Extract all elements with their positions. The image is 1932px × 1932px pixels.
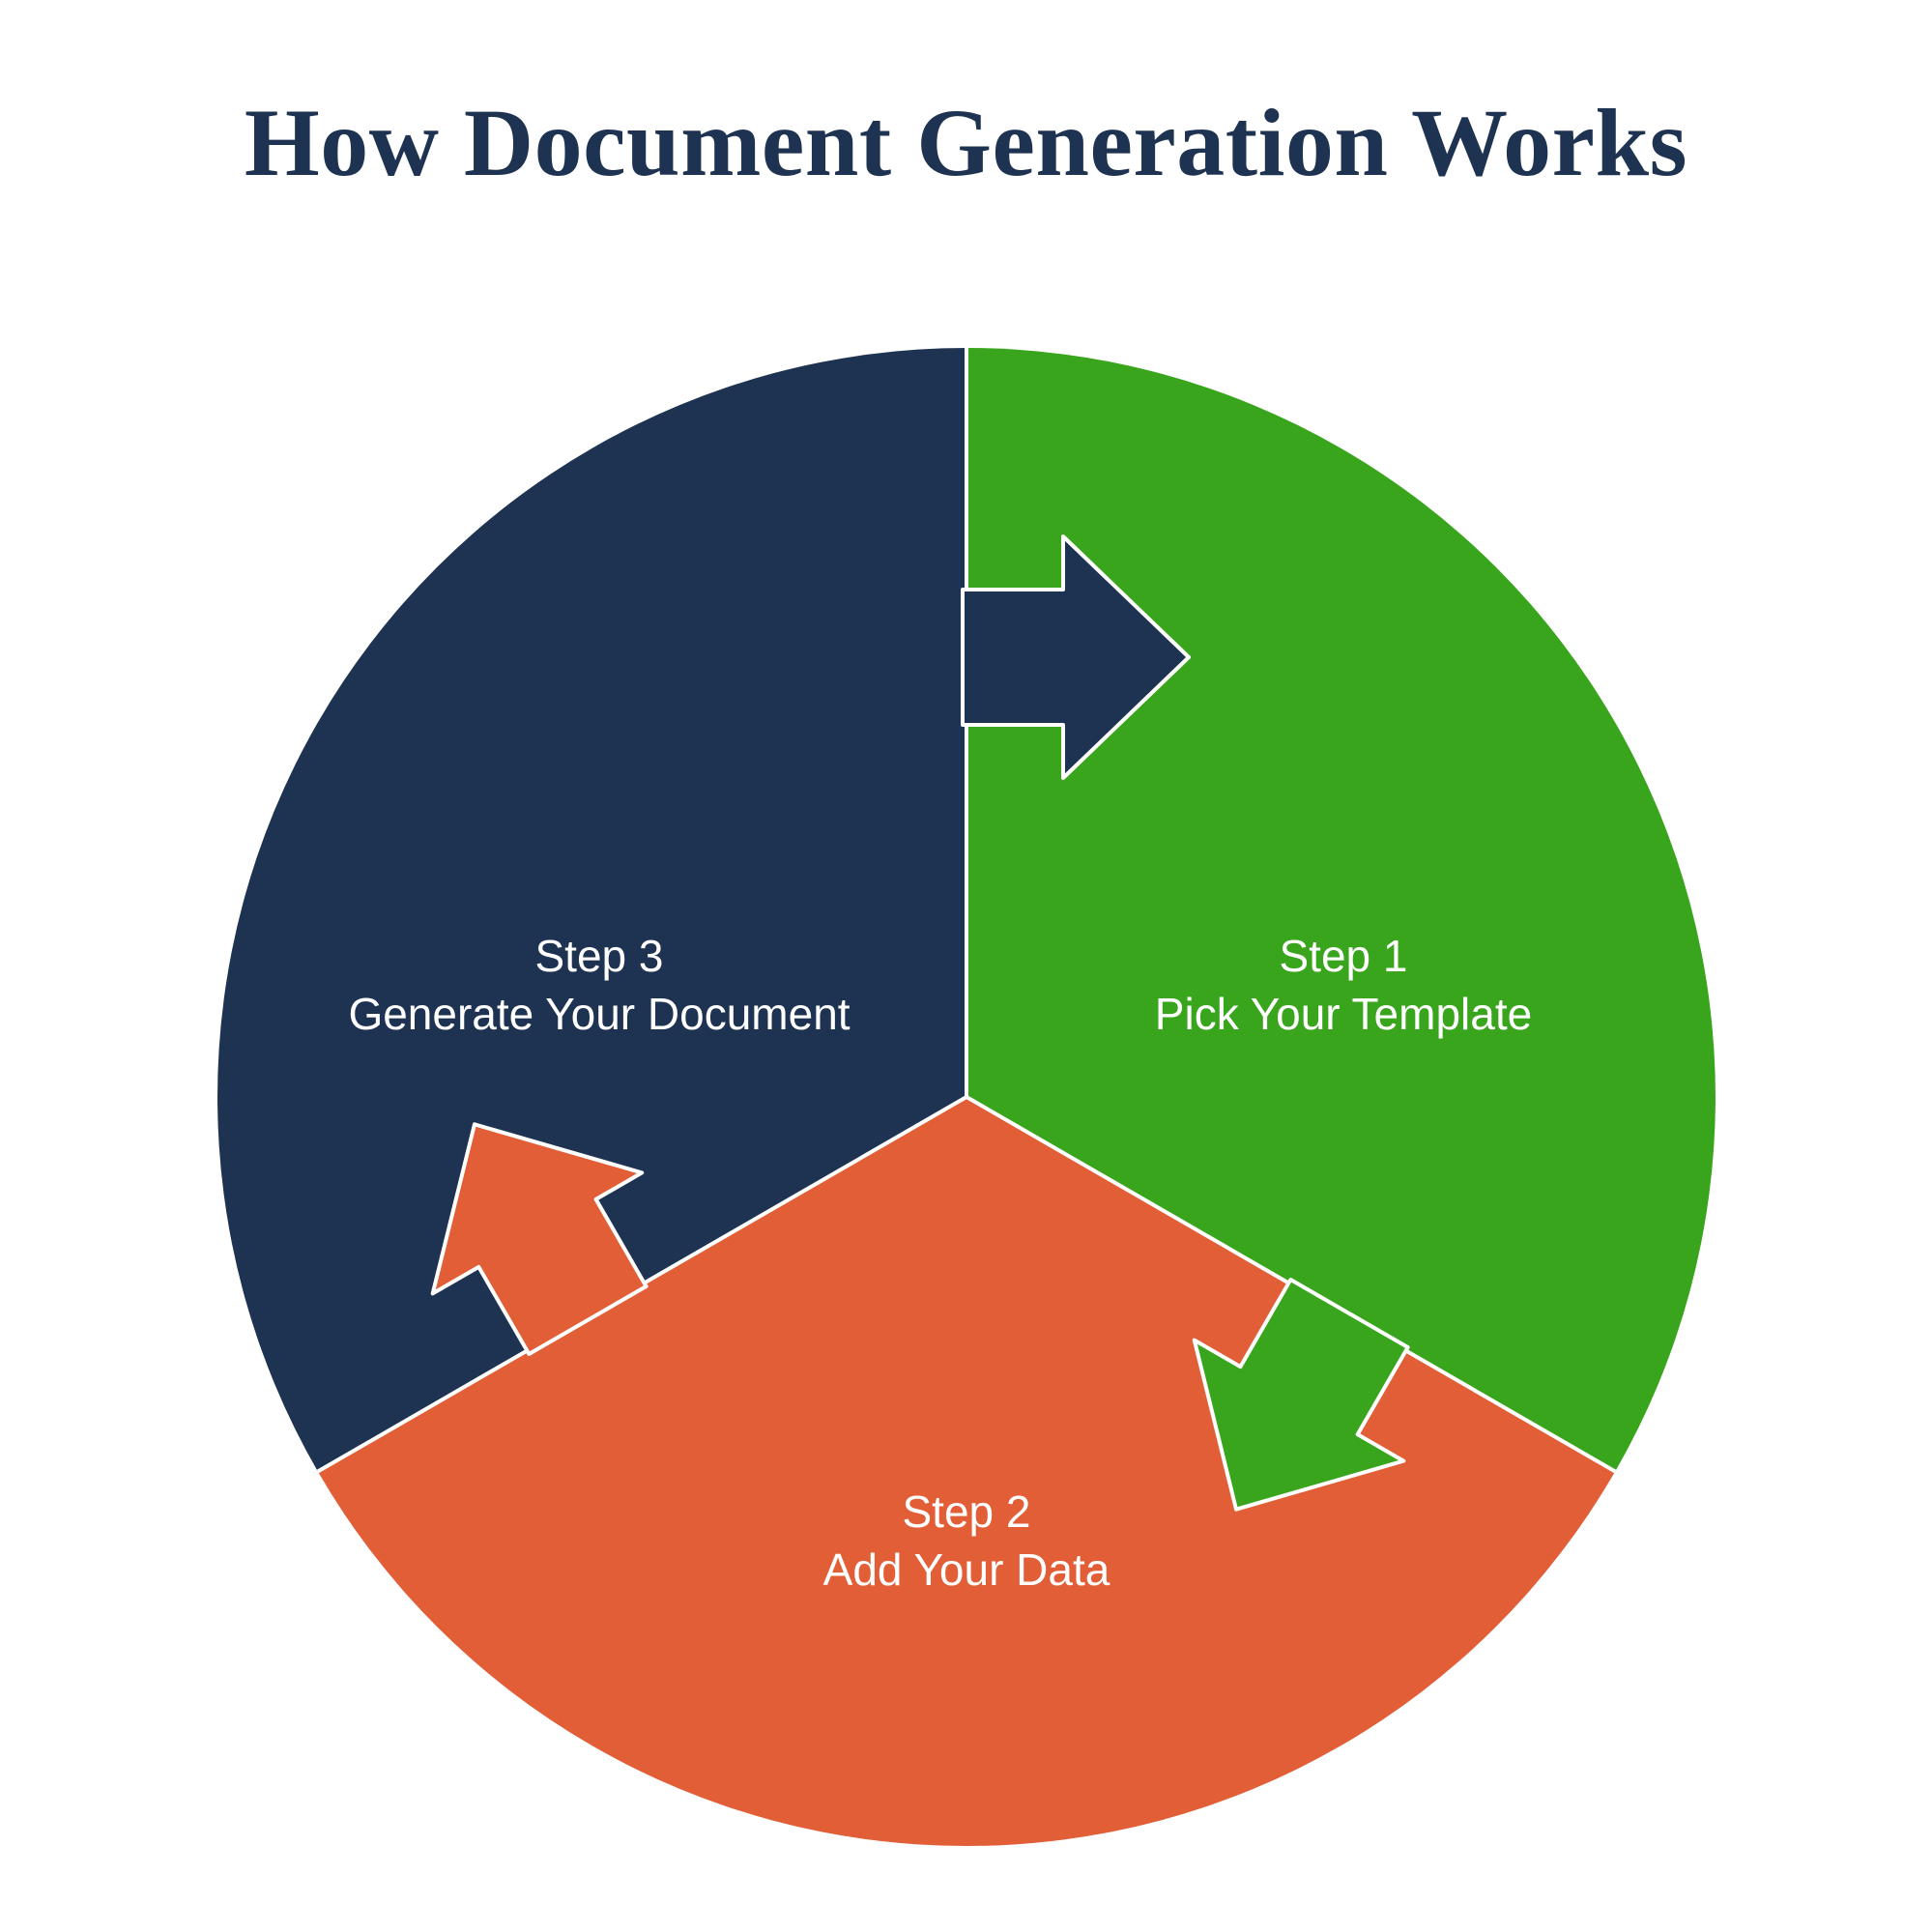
label-step3-line1: Step 3 [535, 931, 664, 981]
label-step3-line2: Generate Your Document [348, 989, 850, 1039]
label-step2-line1: Step 2 [903, 1486, 1031, 1537]
diagram-canvas: How Document Generation Works Step 1 [0, 0, 1932, 1932]
cycle-diagram: Step 1 Pick Your Template Step 2 Add You… [0, 0, 1932, 1932]
label-step2-line2: Add Your Data [823, 1544, 1110, 1595]
label-step1-line2: Pick Your Template [1155, 989, 1532, 1039]
label-step1-line1: Step 1 [1280, 931, 1408, 981]
